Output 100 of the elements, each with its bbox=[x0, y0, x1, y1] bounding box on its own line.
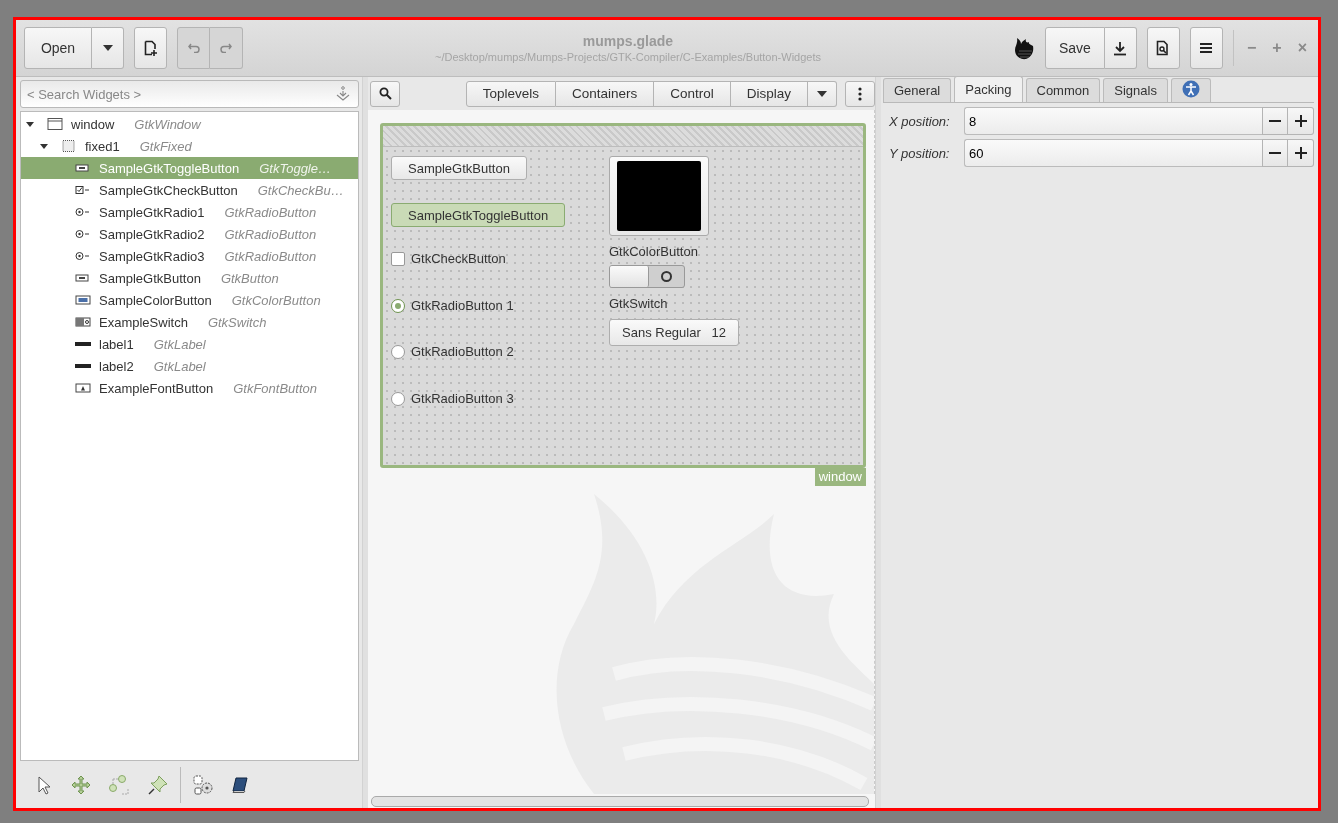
accessibility-icon bbox=[1181, 80, 1200, 98]
window-title: mumps.glade bbox=[582, 33, 674, 49]
decrement-button[interactable] bbox=[1262, 139, 1288, 167]
color-button[interactable] bbox=[609, 156, 709, 236]
pin-icon[interactable] bbox=[147, 773, 169, 796]
book-icon[interactable] bbox=[231, 775, 249, 794]
widget-type: GtkRadioButton bbox=[224, 248, 317, 264]
decrement-button[interactable] bbox=[1262, 107, 1288, 135]
switch[interactable] bbox=[609, 265, 685, 288]
palette-group-button[interactable]: Control bbox=[654, 80, 731, 107]
increment-button[interactable] bbox=[1288, 139, 1314, 167]
widget-name: fixed1 bbox=[85, 138, 120, 154]
radio-label: GtkRadioButton 3 bbox=[411, 390, 514, 406]
search-field[interactable]: < Search Widgets > bbox=[20, 80, 359, 108]
widget-type: GtkCheckBu… bbox=[257, 182, 344, 198]
widget-type: GtkToggle… bbox=[259, 160, 331, 176]
tree-row[interactable]: SampleGtkRadio1 GtkRadioButton bbox=[21, 201, 358, 223]
checkbox[interactable] bbox=[391, 252, 405, 267]
palette-group-button[interactable]: Toplevels bbox=[465, 80, 556, 107]
widget-name: SampleGtkCheckButton bbox=[99, 182, 238, 198]
widget-type: GtkFixed bbox=[139, 138, 192, 154]
move-arrows-icon[interactable] bbox=[71, 774, 91, 795]
radio-widget-icon bbox=[75, 228, 91, 240]
window-widget[interactable]: SampleGtkButton SampleGtkToggleButton GtkCheckButton GtkRadioButton 1 GtkRadioButton 2 GtkRadioButton 3 GtkColorButton GtkSwitch Sans Regular 12 bbox=[380, 123, 866, 468]
property-tab[interactable]: General bbox=[883, 78, 952, 102]
tree-row[interactable]: label1 GtkLabel bbox=[21, 333, 358, 355]
save-button[interactable]: Save bbox=[1044, 27, 1105, 69]
open-button[interactable]: Open bbox=[24, 27, 92, 69]
fixed-widget-icon bbox=[61, 140, 77, 152]
expander-icon[interactable] bbox=[39, 141, 49, 151]
widget-name: SampleGtkRadio3 bbox=[99, 248, 205, 264]
tree-row[interactable]: ExampleSwitch GtkSwitch bbox=[21, 311, 358, 333]
widget-type: GtkRadioButton bbox=[224, 226, 317, 242]
more-groups-button[interactable] bbox=[808, 80, 837, 107]
increment-button[interactable] bbox=[1288, 107, 1314, 135]
widget-name: ExampleSwitch bbox=[99, 314, 188, 330]
window-widget-icon bbox=[47, 118, 63, 130]
widget-name: SampleGtkButton bbox=[99, 270, 201, 286]
radio-label: GtkRadioButton 2 bbox=[411, 344, 514, 360]
palette-group-button[interactable]: Containers bbox=[555, 80, 655, 107]
property-tab[interactable]: Signals bbox=[1103, 78, 1168, 102]
widget-name: SampleGtkRadio2 bbox=[99, 226, 205, 242]
widget-name: label1 bbox=[99, 336, 134, 352]
switch-widget-icon bbox=[75, 316, 91, 328]
toggle-button[interactable]: SampleGtkToggleButton bbox=[391, 203, 566, 228]
save-as-button[interactable] bbox=[1104, 27, 1137, 69]
property-tab[interactable] bbox=[1170, 78, 1211, 102]
palette-group-button[interactable]: Display bbox=[730, 80, 808, 107]
font-button[interactable]: Sans Regular 12 bbox=[609, 319, 740, 346]
open-menu-button[interactable] bbox=[92, 27, 124, 69]
search-icon bbox=[378, 87, 392, 100]
tree-row[interactable]: SampleGtkRadio3 GtkRadioButton bbox=[21, 245, 358, 267]
checkbox-label: GtkCheckButton bbox=[411, 251, 506, 267]
widget-label: GtkSwitch bbox=[609, 296, 669, 311]
spin-field[interactable]: 60 bbox=[964, 139, 1262, 167]
tree-row[interactable]: window GtkWindow bbox=[21, 113, 358, 135]
tree-row[interactable]: SampleGtkCheckButton GtkCheckBu… bbox=[21, 179, 358, 201]
radio-label: GtkRadioButton 1 bbox=[411, 297, 514, 313]
tree-row[interactable]: label2 GtkLabel bbox=[21, 355, 358, 377]
property-label: Y position: bbox=[888, 145, 951, 161]
redo-icon bbox=[220, 43, 232, 53]
tree-row[interactable]: fixed1 GtkFixed bbox=[21, 135, 358, 157]
kebab-menu-icon bbox=[858, 86, 862, 101]
document-search-icon bbox=[1156, 40, 1171, 56]
button-widget-icon bbox=[75, 272, 91, 284]
gears-icon[interactable] bbox=[192, 773, 214, 796]
new-document-icon bbox=[143, 40, 158, 56]
scrollbar[interactable] bbox=[371, 795, 869, 807]
connect-nodes-icon[interactable] bbox=[108, 773, 130, 796]
expander-icon[interactable] bbox=[25, 119, 35, 129]
radio-widget-icon bbox=[75, 250, 91, 262]
radio-button[interactable] bbox=[391, 298, 405, 313]
widget-label: GtkColorButton bbox=[609, 244, 699, 259]
widget-name: label2 bbox=[99, 358, 134, 374]
property-tab[interactable]: Common bbox=[1025, 78, 1101, 102]
radio-button[interactable] bbox=[391, 391, 405, 406]
new-file-button[interactable] bbox=[134, 27, 167, 69]
download-icon bbox=[1113, 40, 1128, 56]
widget-name: window bbox=[71, 116, 115, 132]
property-tab[interactable]: Packing bbox=[954, 76, 1023, 102]
tree-row[interactable]: SampleColorButton GtkColorButton bbox=[21, 289, 358, 311]
tree-row[interactable]: ExampleFontButton GtkFontButton bbox=[21, 377, 358, 399]
minus-icon bbox=[1269, 120, 1281, 122]
widget-name: ExampleFontButton bbox=[99, 380, 214, 396]
spin-field[interactable]: 8 bbox=[964, 107, 1262, 135]
tree-row[interactable]: SampleGtkRadio2 GtkRadioButton bbox=[21, 223, 358, 245]
tree-row[interactable]: SampleGtkButton GtkButton bbox=[21, 267, 358, 289]
options-button[interactable] bbox=[845, 80, 875, 107]
preview-button[interactable] bbox=[1146, 27, 1180, 69]
plus-icon bbox=[1294, 115, 1307, 127]
widget-type: GtkSwitch bbox=[207, 314, 267, 330]
widget-name: SampleGtkRadio1 bbox=[99, 204, 205, 220]
radio-button[interactable] bbox=[391, 345, 405, 360]
widget-name: SampleColorButton bbox=[99, 292, 212, 308]
menu-button[interactable] bbox=[1189, 27, 1223, 69]
widget-type: GtkWindow bbox=[134, 116, 201, 132]
search-button[interactable] bbox=[370, 80, 400, 107]
menu-icon bbox=[1200, 42, 1213, 54]
toggle-widget-icon bbox=[75, 162, 91, 174]
sample-button[interactable]: SampleGtkButton bbox=[391, 156, 527, 181]
